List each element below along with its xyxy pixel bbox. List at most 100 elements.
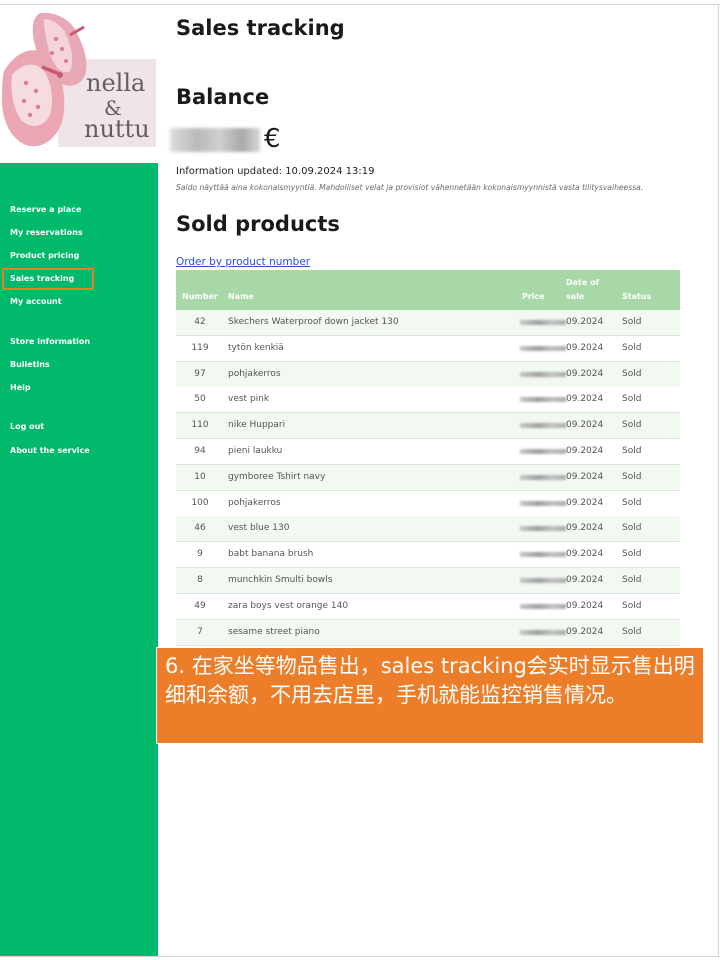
row-number: 10 (194, 471, 206, 482)
row-date: 09.2024 (566, 342, 604, 353)
sidebar-item-my-reservations[interactable]: My reservations (10, 228, 83, 237)
table-row: 100 pohjakerros 09.2024 Sold (176, 490, 680, 517)
row-number: 8 (197, 575, 203, 585)
logo[interactable]: nella & nuttu (0, 5, 158, 163)
table-row: 10 gymboree Tshirt navy 09.2024 Sold (176, 464, 680, 491)
order-by-number-link[interactable]: Order by product number (176, 256, 310, 268)
row-name: pohjakerros (228, 368, 281, 379)
row-price-redacted (520, 423, 566, 429)
row-price-redacted (520, 552, 566, 558)
balance-note: Saldo näyttää aina kokonaismyyntiä. Mahd… (176, 183, 644, 192)
sidebar-active-highlight (2, 268, 94, 290)
sidebar: Reserve a place My reservations Product … (0, 163, 158, 956)
balance-value-redacted (170, 128, 260, 152)
header-status[interactable]: Status (622, 290, 651, 303)
row-number: 50 (194, 394, 206, 405)
row-number: 97 (194, 368, 206, 379)
row-name: Skechers Waterproof down jacket 130 (228, 317, 399, 327)
row-date: 09.2024 (566, 575, 604, 585)
sidebar-item-about-the-service[interactable]: About the service (10, 446, 90, 455)
row-status: Sold (622, 394, 642, 405)
sidebar-item-reserve-a-place[interactable]: Reserve a place (10, 205, 81, 214)
table-row: 110 nike Huppari 09.2024 Sold (176, 413, 680, 440)
row-status: Sold (622, 368, 642, 379)
row-status: Sold (622, 420, 642, 431)
row-date: 09.2024 (566, 523, 604, 534)
frame-right-border (718, 4, 719, 956)
logo-text-nuttu: nuttu (84, 115, 150, 143)
row-price-redacted (520, 474, 566, 480)
row-name: sesame street piano (228, 626, 320, 637)
row-price-redacted (520, 603, 566, 609)
header-number[interactable]: Number (182, 290, 218, 303)
row-number: 94 (194, 446, 206, 456)
sidebar-item-log-out[interactable]: Log out (10, 422, 44, 431)
table-row: 42 Skechers Waterproof down jacket 130 09.… (176, 310, 680, 336)
row-name: vest blue 130 (228, 523, 290, 534)
row-name: babt banana brush (228, 549, 314, 560)
row-status: Sold (622, 575, 642, 585)
row-status: Sold (622, 600, 642, 611)
balance-currency: € (264, 124, 281, 154)
row-date: 09.2024 (566, 394, 604, 405)
table-row: 49 zara boys vest orange 140 09.2024 Sold (176, 593, 680, 620)
frame-bottom-border (0, 956, 720, 957)
header-price[interactable]: Price (522, 290, 545, 303)
table-row: 9 babt banana brush 09.2024 Sold (176, 542, 680, 569)
row-name: zara boys vest orange 140 (228, 600, 349, 611)
row-status: Sold (622, 317, 642, 327)
table-row: 94 pieni laukku 09.2024 Sold (176, 439, 680, 465)
header-date-line2[interactable]: sale (566, 290, 584, 303)
row-status: Sold (622, 471, 642, 482)
row-date: 09.2024 (566, 626, 604, 637)
row-name: gymboree Tshirt navy (228, 471, 326, 482)
page-title: Sales tracking (176, 16, 345, 40)
table-row: 7 sesame street piano 09.2024 Sold (176, 619, 680, 646)
annotation-banner-text: 6. 在家坐等物品售出，sales tracking会实时显示售出明细和余额，不… (165, 654, 695, 707)
table-row: 97 pohjakerros 09.2024 Sold (176, 361, 680, 388)
table-row: 46 vest blue 130 09.2024 Sold (176, 516, 680, 543)
row-date: 09.2024 (566, 317, 604, 327)
logo-text-nella: nella (86, 69, 145, 97)
row-number: 42 (194, 317, 206, 327)
annotation-banner: 6. 在家坐等物品售出，sales tracking会实时显示售出明细和余额，不… (156, 647, 704, 744)
table-row: 119 tytön kenkiä 09.2024 Sold (176, 335, 680, 362)
header-date-line1[interactable]: Date of (566, 276, 599, 289)
row-name: munchkin Smulti bowls (228, 575, 333, 585)
sidebar-item-bulletins[interactable]: Bulletins (10, 360, 50, 369)
row-name: nike Huppari (228, 420, 286, 431)
row-number: 110 (191, 420, 209, 431)
row-number: 100 (191, 497, 209, 508)
header-name[interactable]: Name (228, 290, 254, 303)
row-date: 09.2024 (566, 446, 604, 456)
row-price-redacted (520, 345, 566, 351)
row-name: pohjakerros (228, 497, 281, 508)
row-number: 119 (191, 342, 209, 353)
row-date: 09.2024 (566, 600, 604, 611)
row-price-redacted (520, 578, 566, 583)
info-updated: Information updated: 10.09.2024 13:19 (176, 166, 375, 177)
row-price-redacted (520, 397, 566, 403)
sidebar-item-store-information[interactable]: Store information (10, 337, 90, 346)
row-number: 49 (194, 600, 206, 611)
table-row: 8 munchkin Smulti bowls 09.2024 Sold (176, 568, 680, 594)
row-name: tytön kenkiä (228, 342, 284, 353)
table-row: 50 vest pink 09.2024 Sold (176, 387, 680, 414)
row-number: 7 (197, 626, 203, 637)
row-status: Sold (622, 342, 642, 353)
row-price-redacted (520, 526, 566, 532)
row-number: 46 (194, 523, 206, 534)
row-price-redacted (520, 629, 566, 635)
row-name: pieni laukku (228, 446, 283, 456)
row-date: 09.2024 (566, 368, 604, 379)
row-date: 09.2024 (566, 549, 604, 560)
sidebar-item-help[interactable]: Help (10, 383, 31, 392)
sidebar-item-product-pricing[interactable]: Product pricing (10, 251, 79, 260)
sidebar-item-my-account[interactable]: My account (10, 297, 62, 306)
row-price-redacted (520, 449, 566, 454)
row-date: 09.2024 (566, 471, 604, 482)
row-price-redacted (520, 371, 566, 377)
row-status: Sold (622, 497, 642, 508)
row-date: 09.2024 (566, 497, 604, 508)
table-header: Number Name Price Date of sale Status (176, 270, 680, 310)
